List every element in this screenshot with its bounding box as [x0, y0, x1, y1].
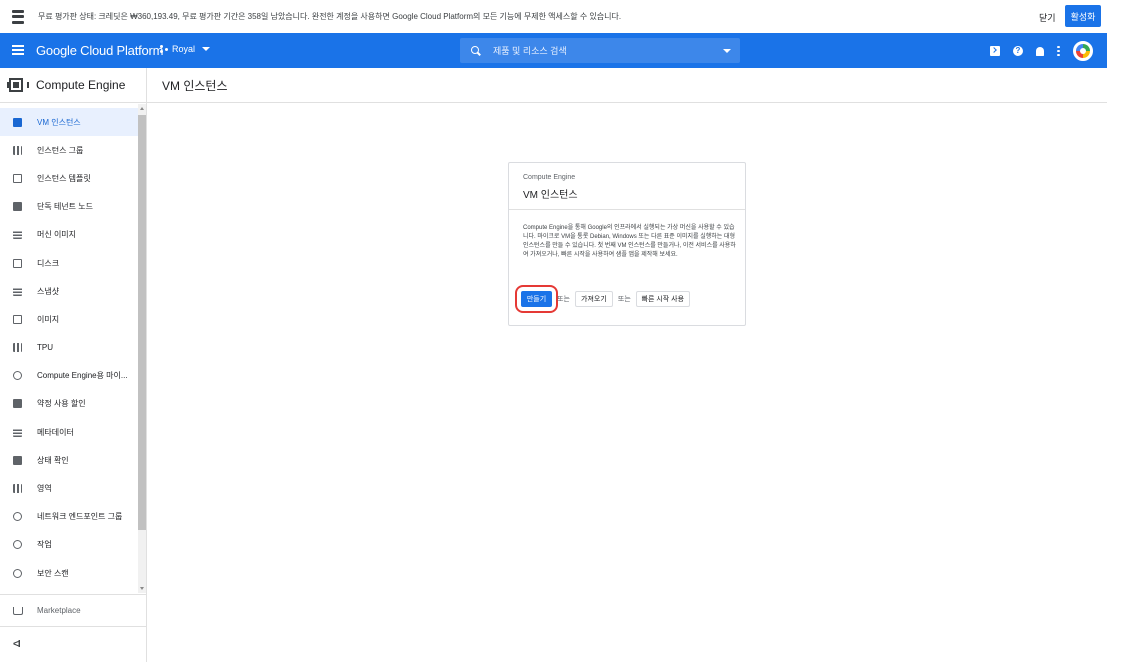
snapshot-icon — [13, 286, 22, 296]
health-check-icon — [13, 455, 22, 465]
notifications-icon[interactable] — [1036, 46, 1044, 56]
project-icon — [160, 45, 168, 53]
collapse-sidebar-button[interactable]: <I — [0, 626, 146, 661]
search-icon — [471, 45, 481, 56]
page-title: VM 인스턴스 — [162, 78, 228, 93]
sidebar-item-instance-groups[interactable]: 인스턴스 그룹 — [0, 136, 138, 164]
card-eyebrow: Compute Engine — [523, 174, 576, 181]
sidebar-item-label: 디스크 — [37, 258, 60, 268]
sidebar-item-label: 약정 사용 할인 — [37, 399, 86, 409]
sidebar-nav: VM 인스턴스 인스턴스 그룹 인스턴스 템플릿 단독 테넌트 노드 머신 이미… — [0, 108, 138, 587]
or-text: 또는 — [617, 296, 631, 303]
sidebar-scrollbar[interactable] — [138, 104, 146, 593]
disk-icon — [13, 258, 22, 268]
account-avatar[interactable] — [1073, 41, 1093, 61]
menu-icon[interactable] — [12, 45, 24, 55]
collapse-icon: <I — [13, 638, 21, 650]
tpu-icon — [13, 343, 22, 353]
sidebar-item-committed-use[interactable]: 약정 사용 할인 — [0, 390, 138, 418]
security-scan-icon — [13, 568, 22, 578]
sidebar-item-disks[interactable]: 디스크 — [0, 249, 138, 277]
dismiss-button[interactable]: 닫기 — [1039, 11, 1056, 24]
product-header: Compute Engine — [0, 68, 146, 103]
card-actions: 만들기 또는 가져오기 또는 빠른 시작 사용 — [515, 285, 690, 313]
chevron-down-icon — [202, 47, 211, 51]
more-vert-icon[interactable] — [1057, 46, 1060, 56]
committed-use-icon — [13, 399, 22, 409]
sidebar-item-label: 작업 — [37, 540, 52, 550]
card-description: Compute Engine을 통해 Google의 인프라에서 실행되는 가상… — [523, 225, 736, 258]
sidebar-item-sole-tenant-nodes[interactable]: 단독 테넌트 노드 — [0, 193, 138, 221]
create-button[interactable]: 만들기 — [515, 285, 558, 313]
or-text: 또는 — [557, 296, 570, 303]
top-header: Google Cloud Platform Royal 제품 및 리소스 검색 … — [0, 33, 1107, 68]
sidebar-item-tpu[interactable]: TPU — [0, 334, 138, 362]
vm-instance-icon — [13, 117, 22, 127]
network-endpoint-icon — [13, 512, 22, 522]
search-input[interactable]: 제품 및 리소스 검색 — [493, 44, 567, 57]
help-icon[interactable]: ? — [1013, 46, 1023, 56]
sidebar-item-migrate[interactable]: Compute Engine용 마이... — [0, 362, 138, 390]
zones-icon — [13, 484, 22, 494]
sidebar-item-health-checks[interactable]: 상태 확인 — [0, 446, 138, 474]
search-bar[interactable]: 제품 및 리소스 검색 — [460, 38, 740, 63]
migrate-icon — [13, 371, 22, 381]
scrollbar-thumb[interactable] — [138, 115, 146, 530]
sidebar-item-label: 이미지 — [37, 314, 60, 324]
sidebar: Compute Engine VM 인스턴스 인스턴스 그룹 인스턴스 템플릿 … — [0, 68, 147, 662]
brand-title[interactable]: Google Cloud Platform — [36, 43, 164, 58]
trial-banner: 무료 평가판 상태: 크레딧은 ₩360,193.49, 무료 평가판 기간은 … — [0, 0, 1107, 33]
sidebar-item-metadata[interactable]: 메타데이터 — [0, 418, 138, 446]
scroll-up-icon[interactable] — [140, 107, 144, 110]
sidebar-item-label: 단독 테넌트 노드 — [37, 202, 93, 212]
sidebar-item-marketplace[interactable]: Marketplace — [0, 594, 146, 626]
sidebar-item-zones[interactable]: 영역 — [0, 474, 138, 502]
sidebar-item-security-scan[interactable]: 보안 스캔 — [0, 559, 138, 587]
sidebar-item-label: TPU — [37, 343, 53, 353]
instance-group-icon — [13, 145, 22, 155]
marketplace-label: Marketplace — [37, 606, 81, 615]
cloud-shell-icon[interactable] — [990, 46, 1000, 56]
sidebar-item-label: 상태 확인 — [37, 455, 69, 465]
instance-template-icon — [13, 173, 22, 183]
sidebar-item-label: 인스턴스 그룹 — [37, 145, 84, 155]
scroll-down-icon[interactable] — [140, 587, 144, 590]
sidebar-item-label: 머신 이미지 — [37, 230, 77, 240]
quickstart-button[interactable]: 빠른 시작 사용 — [635, 291, 690, 307]
sidebar-item-label: 인스턴스 템플릿 — [37, 173, 91, 183]
sidebar-item-label: VM 인스턴스 — [37, 117, 81, 127]
sidebar-item-label: 보안 스캔 — [37, 568, 69, 578]
sidebar-item-label: 스냅샷 — [37, 286, 60, 296]
sidebar-item-images[interactable]: 이미지 — [0, 305, 138, 333]
sidebar-item-snapshots[interactable]: 스냅샷 — [0, 277, 138, 305]
search-dropdown-icon[interactable] — [723, 49, 731, 53]
project-name: Royal — [172, 44, 196, 54]
gift-icon — [12, 9, 24, 24]
operations-icon — [13, 540, 22, 550]
cart-icon — [13, 606, 23, 615]
machine-image-icon — [13, 230, 22, 240]
sidebar-item-machine-images[interactable]: 머신 이미지 — [0, 221, 138, 249]
trial-banner-text: 무료 평가판 상태: 크레딧은 ₩360,193.49, 무료 평가판 기간은 … — [38, 12, 622, 21]
sidebar-item-vm-instances[interactable]: VM 인스턴스 — [0, 108, 138, 137]
sidebar-item-label: Compute Engine용 마이... — [37, 371, 128, 381]
sidebar-item-operations[interactable]: 작업 — [0, 531, 138, 559]
activate-button[interactable]: 활성화 — [1065, 5, 1101, 27]
sole-tenant-icon — [13, 202, 22, 212]
project-selector[interactable]: Royal — [160, 44, 211, 54]
empty-state-card: Compute Engine VM 인스턴스 Compute Engine을 통… — [508, 162, 746, 326]
metadata-icon — [13, 427, 22, 437]
product-title: Compute Engine — [36, 78, 126, 92]
sidebar-item-instance-templates[interactable]: 인스턴스 템플릿 — [0, 164, 138, 192]
sidebar-item-label: 네트워크 엔드포인트 그룹 — [37, 512, 123, 522]
image-icon — [13, 314, 22, 324]
sidebar-item-label: 영역 — [37, 484, 52, 494]
card-title: VM 인스턴스 — [523, 190, 578, 201]
sidebar-item-network-endpoint-groups[interactable]: 네트워크 엔드포인트 그룹 — [0, 503, 138, 531]
page-title-bar: VM 인스턴스 — [147, 68, 1107, 103]
import-button[interactable]: 가져오기 — [574, 291, 613, 307]
sidebar-item-label: 메타데이터 — [37, 427, 74, 437]
card-divider — [509, 209, 745, 210]
compute-engine-icon — [7, 78, 29, 92]
